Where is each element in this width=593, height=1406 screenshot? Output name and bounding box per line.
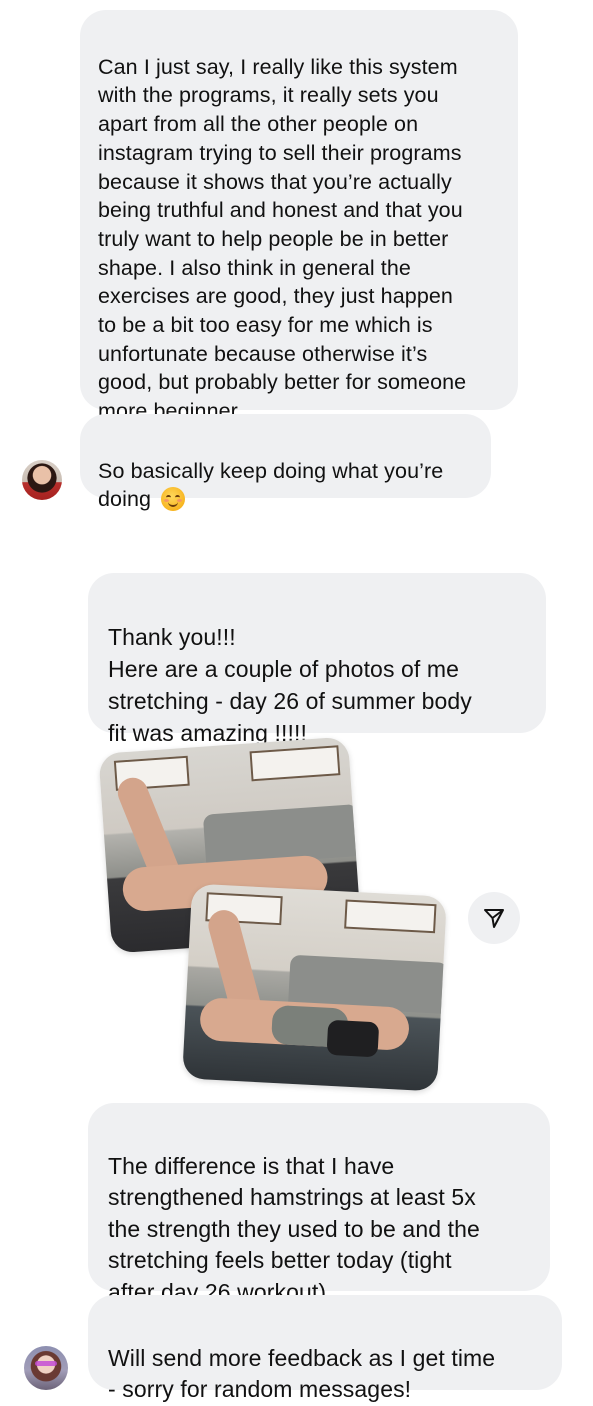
smiling-face-emoji-icon [161,487,186,512]
send-icon [484,909,504,928]
message-bubble[interactable]: The difference is that I have strengthen… [88,1103,550,1305]
message-bubble[interactable]: So basically keep doing what you’re doin… [80,414,491,512]
message-text: Thank you!!! Here are a couple of photos… [108,624,472,746]
message-text: So basically keep doing what you’re doin… [98,458,444,512]
message-bubble[interactable]: Can I just say, I really like this syste… [80,10,518,423]
sender-avatar[interactable] [22,460,62,500]
message-text: Can I just say, I really like this syste… [98,54,467,424]
sender-avatar[interactable] [24,1346,68,1390]
message-bubble[interactable]: Thank you!!! Here are a couple of photos… [88,573,546,746]
message-text: Will send more feedback as I get time - … [108,1344,496,1403]
stretching-photo-2[interactable] [182,883,447,1092]
message-bubble[interactable]: Will send more feedback as I get time - … [88,1295,562,1402]
message-text: The difference is that I have strengthen… [108,1152,480,1305]
share-button[interactable] [468,892,520,944]
